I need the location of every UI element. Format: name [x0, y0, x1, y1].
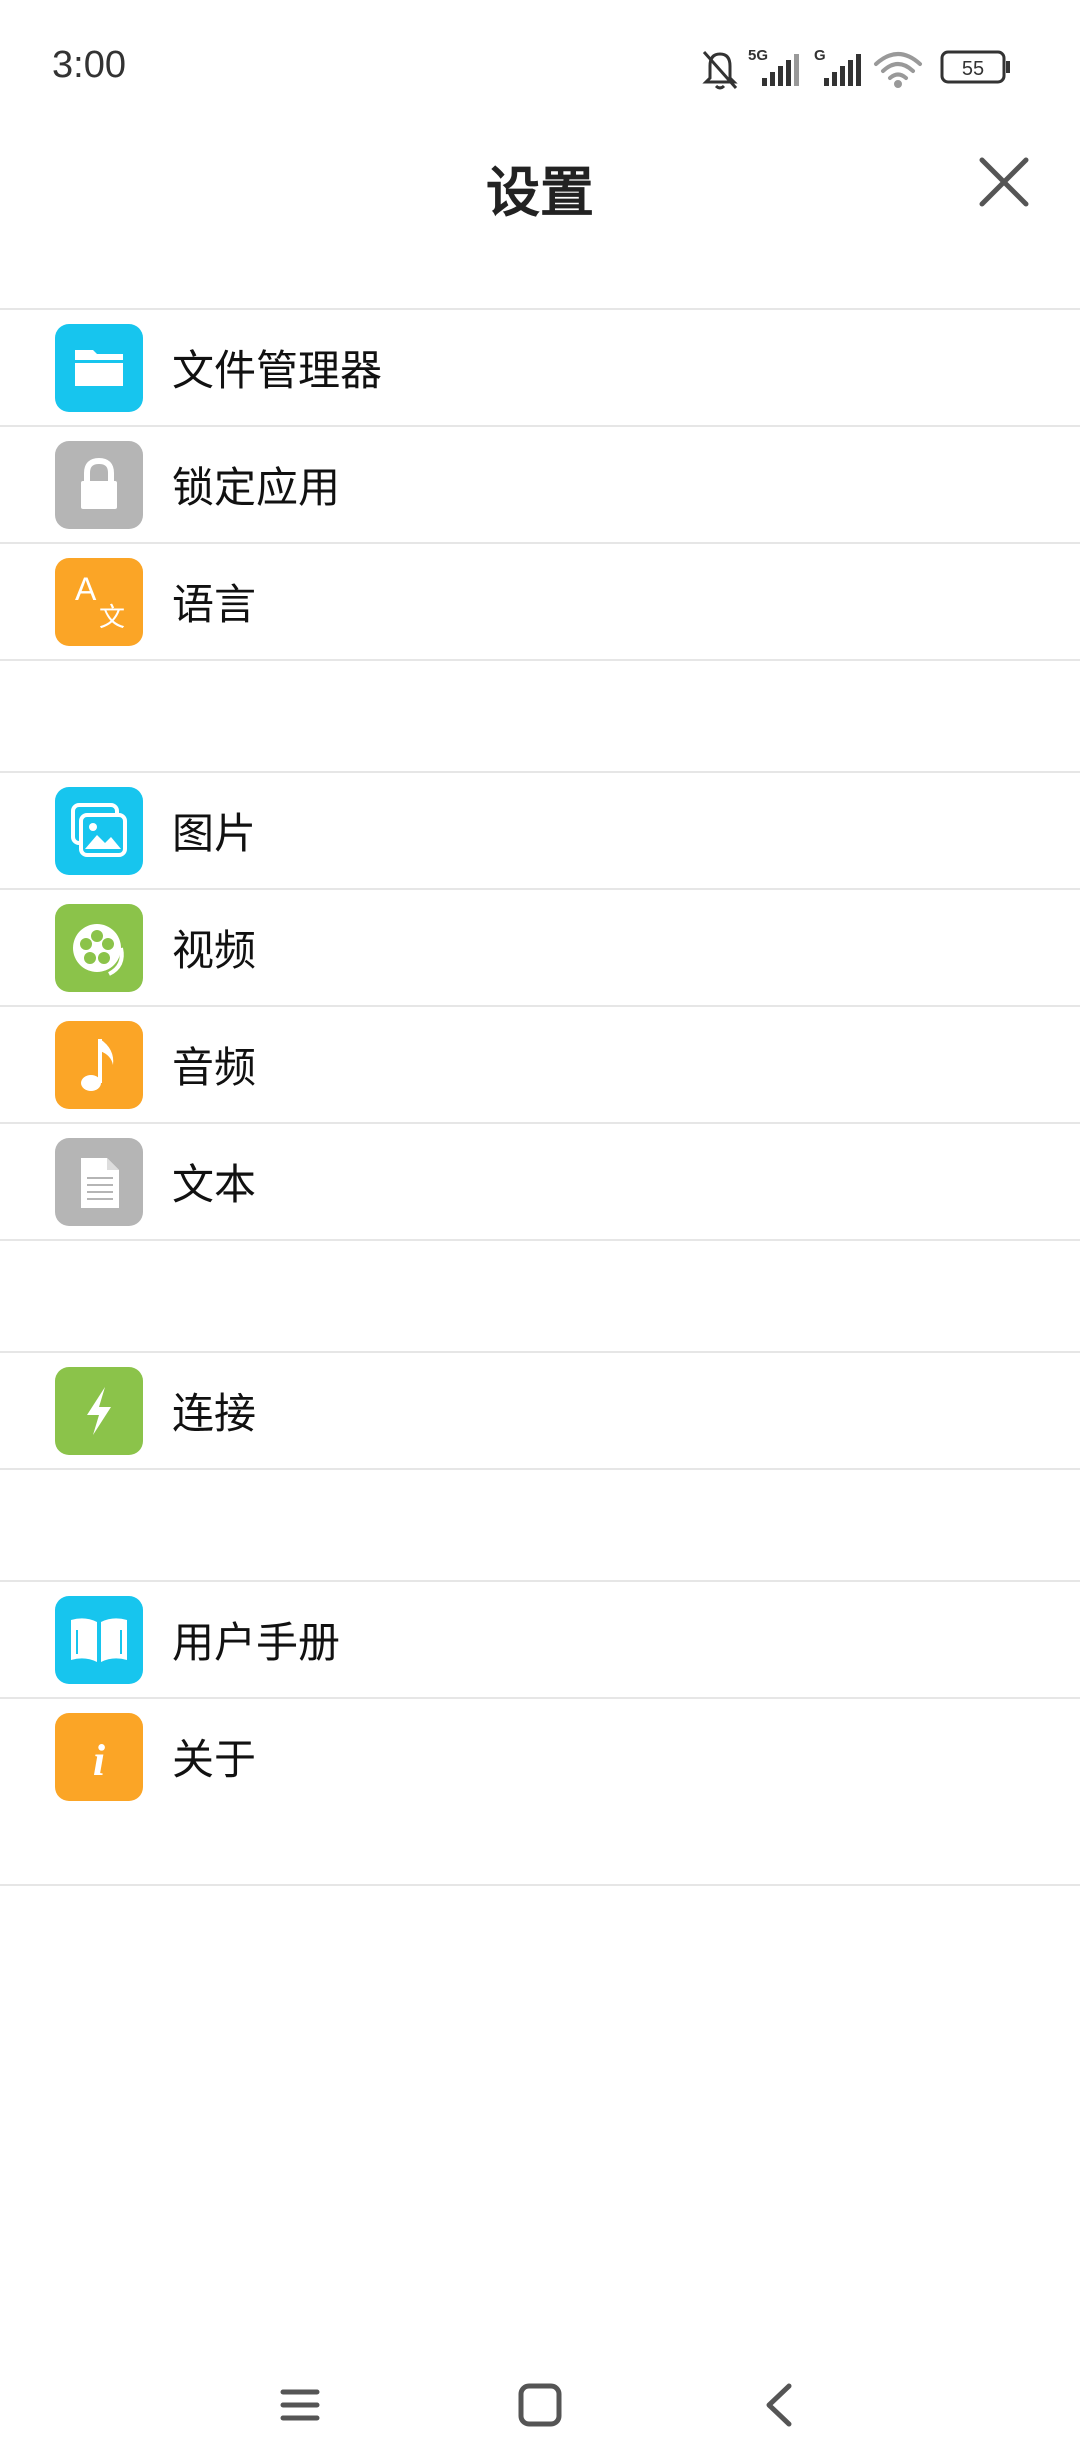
settings-item-label: 视频 [172, 926, 257, 975]
music-note-icon [55, 1021, 143, 1109]
svg-text:文: 文 [99, 603, 125, 633]
settings-item-label: 文件管理器 [172, 346, 383, 395]
close-button[interactable] [968, 146, 1040, 218]
settings-item-label: 锁定应用 [172, 463, 341, 512]
settings-item-file-manager[interactable]: 文件管理器 [0, 310, 1080, 427]
settings-item-label: 用户手册 [172, 1618, 341, 1667]
settings-item-pictures[interactable]: 图片 [0, 773, 1080, 890]
settings-group: 图片 视频 音频 文本 [0, 771, 1080, 1241]
settings-group: 用户手册 i 关于 [0, 1580, 1080, 1886]
settings-item-label: 音频 [172, 1043, 257, 1092]
battery-level: 55 [962, 58, 984, 80]
close-icon [979, 157, 1029, 207]
photos-icon [55, 787, 143, 875]
menu-icon [280, 2389, 320, 2421]
folder-icon [55, 324, 143, 412]
svg-text:i: i [93, 1736, 106, 1785]
book-icon [55, 1596, 143, 1684]
svg-text:A: A [75, 571, 97, 607]
bell-off-icon [702, 51, 738, 90]
page-title: 设置 [486, 161, 594, 224]
settings-item-connect[interactable]: 连接 [0, 1353, 1080, 1470]
settings-item-label: 图片 [172, 809, 257, 858]
settings-item-label: 语言 [172, 580, 257, 629]
settings-item-label: 连接 [172, 1389, 257, 1438]
settings-group: 连接 [0, 1351, 1080, 1470]
battery-icon: 55 [940, 50, 1010, 84]
settings-group: 文件管理器 锁定应用 A 文 语言 [0, 308, 1080, 661]
header: 设置 [0, 130, 1080, 310]
wifi-icon [874, 52, 922, 88]
film-reel-icon [55, 904, 143, 992]
settings-item-label: 文本 [172, 1160, 257, 1209]
back-icon [766, 2383, 792, 2427]
document-icon [55, 1138, 143, 1226]
settings-item-language[interactable]: A 文 语言 [0, 544, 1080, 661]
settings-item-lock-app[interactable]: 锁定应用 [0, 427, 1080, 544]
language-icon: A 文 [55, 558, 143, 646]
navigation-bar [0, 2340, 1080, 2460]
signal-icon [824, 54, 861, 86]
status-icons: 5G G 55 [702, 47, 1010, 90]
settings-item-about[interactable]: i 关于 [0, 1699, 1080, 1814]
status-time: 3:00 [52, 44, 126, 86]
back-button[interactable] [745, 2370, 815, 2440]
network-label-g: G [814, 47, 826, 64]
settings-item-text[interactable]: 文本 [0, 1124, 1080, 1241]
home-icon [518, 2383, 562, 2427]
home-button[interactable] [505, 2370, 575, 2440]
settings-item-video[interactable]: 视频 [0, 890, 1080, 1007]
settings-list: 文件管理器 锁定应用 A 文 语言 图片 视频 音频 文本 连接 用户手册 i … [0, 308, 1080, 1886]
network-label-5g: 5G [748, 47, 768, 64]
status-bar: 3:00 5G G 55 [0, 0, 1080, 130]
settings-item-audio[interactable]: 音频 [0, 1007, 1080, 1124]
info-icon: i [55, 1713, 143, 1801]
menu-button[interactable] [265, 2370, 335, 2440]
settings-item-label: 关于 [172, 1735, 257, 1784]
settings-item-user-manual[interactable]: 用户手册 [0, 1582, 1080, 1699]
lightning-icon [55, 1367, 143, 1455]
lock-icon [55, 441, 143, 529]
